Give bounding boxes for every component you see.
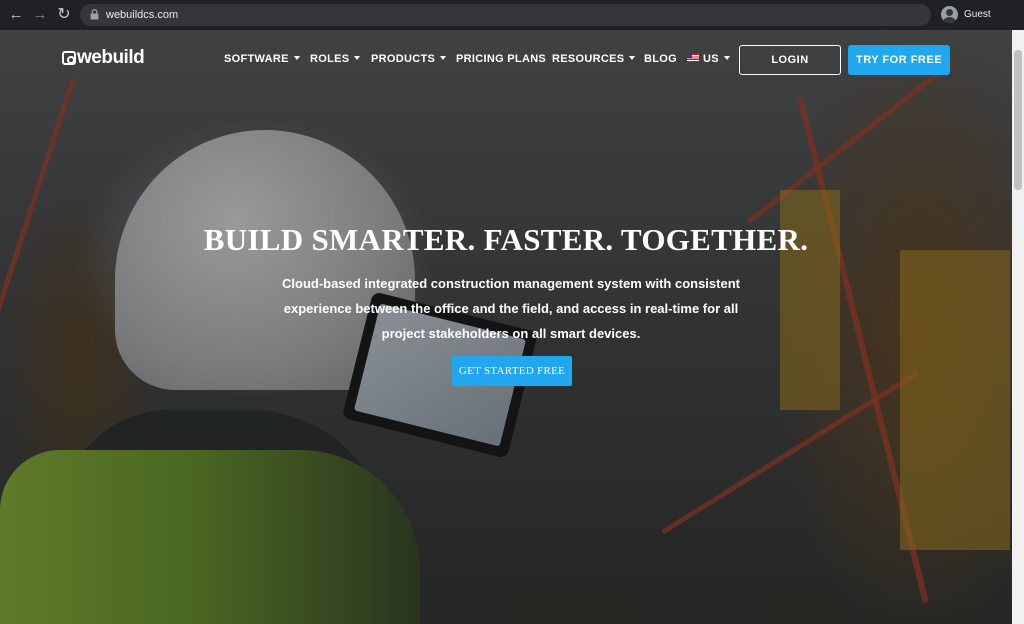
nav-products-label: PRODUCTS — [371, 53, 436, 65]
nav-products[interactable]: PRODUCTS — [371, 53, 447, 65]
caret-down-icon — [629, 56, 636, 60]
nav-software[interactable]: SOFTWARE — [224, 53, 300, 65]
page-scrollbar[interactable] — [1012, 30, 1024, 624]
reload-icon[interactable]: ↻ — [54, 5, 74, 25]
nav-blog[interactable]: BLOG — [644, 53, 677, 65]
profile-button[interactable]: Guest — [937, 4, 1009, 26]
try-for-free-button[interactable]: TRY FOR FREE — [848, 45, 950, 75]
forward-icon[interactable]: → — [30, 5, 50, 25]
logo-text: webuild — [77, 47, 145, 68]
hero-subtitle: Cloud-based integrated construction mana… — [282, 276, 740, 341]
nav-roles-label: ROLES — [310, 53, 350, 65]
profile-name: Guest — [964, 9, 991, 20]
login-button[interactable]: LOGIN — [739, 45, 841, 75]
nav-locale[interactable]: US — [687, 53, 730, 65]
us-flag-icon — [687, 54, 699, 62]
hero-section: webuild SOFTWARE ROLES PRODUCTS PRICING … — [0, 30, 1012, 624]
nav-pricing-label: PRICING PLANS — [456, 53, 547, 65]
nav-locale-label: US — [703, 53, 719, 65]
scrollbar-thumb[interactable] — [1014, 50, 1022, 190]
nav-roles[interactable]: ROLES — [310, 53, 361, 65]
address-bar[interactable]: webuildcs.com — [80, 4, 931, 26]
hero-title: BUILD SMARTER. FASTER. TOGETHER. — [203, 222, 809, 257]
avatar-icon — [941, 6, 958, 23]
nav-resources[interactable]: RESOURCES — [552, 53, 636, 65]
caret-down-icon — [440, 56, 447, 60]
nav-blog-label: BLOG — [644, 53, 677, 65]
nav-resources-label: RESOURCES — [552, 53, 625, 65]
browser-toolbar: ← → ↻ webuildcs.com Guest — [0, 0, 1024, 30]
nav-software-label: SOFTWARE — [224, 53, 289, 65]
caret-down-icon — [723, 56, 730, 60]
back-icon[interactable]: ← — [6, 5, 26, 25]
logo-mark-icon — [62, 51, 76, 65]
nav-pricing-plans[interactable]: PRICING PLANS — [456, 53, 546, 65]
get-started-button[interactable]: GET STARTED FREE — [452, 356, 572, 386]
url-text[interactable]: webuildcs.com — [106, 4, 178, 26]
caret-down-icon — [293, 56, 300, 60]
lock-icon — [90, 9, 99, 20]
caret-down-icon — [354, 56, 361, 60]
